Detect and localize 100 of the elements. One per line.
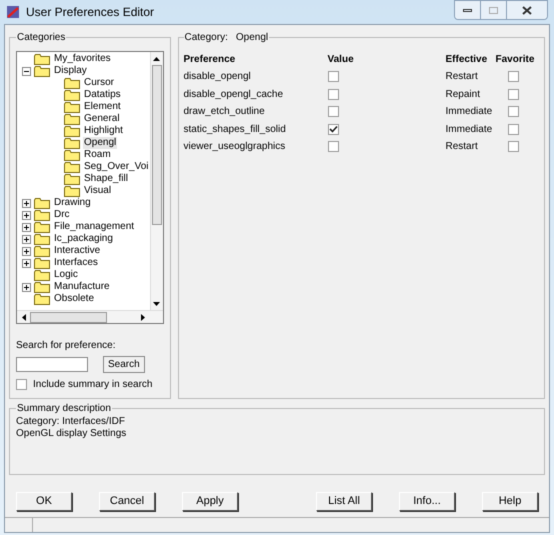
effective-text: Restart [446, 140, 479, 154]
column-header: Preference [184, 53, 236, 67]
tree-item[interactable]: Element [83, 101, 122, 113]
tree-item[interactable]: Seg_Over_Voi [83, 161, 150, 173]
search-label: Search for preference: [16, 339, 116, 353]
group-title: Summary description [16, 402, 112, 416]
tree-item[interactable]: Highlight [83, 125, 124, 137]
folder-icon [64, 114, 80, 124]
category-label: Category: [184, 31, 228, 45]
expand-icon[interactable] [22, 282, 30, 292]
dialog-button[interactable]: Apply [182, 492, 238, 511]
folder-icon [34, 234, 50, 244]
effective-text: Restart [446, 70, 479, 84]
folder-icon [64, 150, 80, 160]
folder-icon [64, 162, 80, 172]
folder-icon [64, 186, 80, 196]
favorite-checkbox[interactable] [508, 124, 518, 135]
tree-item[interactable]: Logic [53, 269, 79, 281]
collapse-icon[interactable] [22, 66, 30, 76]
preference-name: viewer_useoglgraphics [184, 140, 286, 154]
dialog-button[interactable]: Info... [399, 492, 455, 511]
down-arrow-icon [153, 302, 160, 306]
favorite-checkbox[interactable] [508, 71, 518, 82]
folder-icon [34, 66, 50, 76]
tree-item[interactable]: Opengl [83, 137, 118, 149]
column-header: Value [328, 53, 355, 67]
folder-icon [64, 138, 80, 148]
tree-item[interactable]: File_management [53, 221, 136, 233]
up-arrow-icon [153, 56, 160, 60]
value-checkbox[interactable] [328, 124, 338, 135]
close-button[interactable] [507, 1, 547, 19]
expand-icon[interactable] [22, 246, 30, 256]
folder-icon [64, 102, 80, 112]
app-icon [6, 5, 20, 19]
minimize-button[interactable] [455, 1, 481, 19]
value-checkbox[interactable] [328, 106, 338, 118]
search-button[interactable]: Search [103, 356, 145, 373]
include-summary-checkbox[interactable] [16, 379, 27, 390]
effective-text: Repaint [446, 88, 481, 102]
tree-item[interactable]: Visual [83, 185, 112, 197]
folder-icon [34, 294, 50, 304]
preference-name: disable_opengl [184, 70, 252, 84]
close-icon [522, 6, 532, 14]
left-arrow-icon [22, 314, 26, 320]
folder-icon [64, 78, 80, 88]
dialog-button[interactable]: OK [16, 492, 72, 511]
expand-icon[interactable] [22, 222, 30, 232]
folder-icon [64, 174, 80, 184]
value-checkbox[interactable] [328, 88, 338, 100]
expand-icon[interactable] [22, 234, 30, 244]
search-field[interactable] [16, 357, 88, 372]
folder-icon [64, 126, 80, 136]
expand-icon[interactable] [22, 258, 30, 268]
tree-item[interactable]: General [83, 113, 121, 125]
tree-item[interactable]: Interfaces [53, 257, 99, 269]
folder-icon [34, 222, 50, 232]
effective-text: Immediate [446, 122, 494, 136]
folder-icon [34, 246, 50, 256]
summary-text: Category: Interfaces/IDF [16, 416, 126, 428]
preference-name: disable_opengl_cache [184, 88, 284, 102]
horizontal-scrollbar[interactable] [17, 310, 162, 323]
group-title: Categories [16, 31, 66, 45]
tree-item[interactable]: Display [53, 65, 88, 77]
tree-item[interactable]: Datatips [83, 89, 122, 101]
tree-item[interactable]: Roam [83, 149, 112, 161]
tree-item[interactable]: Interactive [53, 245, 102, 257]
column-header: Effective [446, 53, 488, 67]
checkbox-label: Include summary in search [33, 378, 152, 392]
preference-name: draw_etch_outline [184, 105, 266, 119]
value-checkbox[interactable] [328, 141, 338, 152]
tree-item[interactable]: Drc [53, 209, 71, 221]
folder-icon [34, 282, 50, 292]
tree-item[interactable]: Manufacture [53, 281, 111, 293]
tree-item[interactable]: Cursor [83, 77, 116, 89]
right-arrow-icon [141, 314, 145, 320]
favorite-checkbox[interactable] [508, 141, 518, 152]
folder-icon [64, 90, 80, 100]
tree-item[interactable]: Ic_packaging [53, 233, 114, 245]
expand-icon[interactable] [22, 198, 30, 208]
preference-name: static_shapes_fill_solid [184, 122, 287, 136]
vertical-scrollbar[interactable] [150, 52, 162, 310]
summary-text: OpenGL display Settings [16, 428, 128, 440]
dialog-button[interactable]: List All [316, 492, 372, 511]
tree-item[interactable]: Drawing [53, 197, 92, 209]
effective-text: Immediate [446, 105, 494, 119]
dialog-button[interactable]: Help [482, 492, 538, 511]
window-title: User Preferences Editor [26, 4, 154, 21]
favorite-checkbox[interactable] [508, 106, 518, 118]
favorite-checkbox[interactable] [508, 88, 518, 100]
dialog-button[interactable]: Cancel [99, 492, 155, 511]
column-header: Favorite [496, 53, 536, 67]
tree-item[interactable]: Shape_fill [83, 173, 129, 185]
category-value: Opengl [236, 31, 268, 45]
value-checkbox[interactable] [328, 71, 338, 82]
folder-icon [34, 54, 50, 64]
folder-icon [34, 258, 50, 268]
tree-item[interactable]: Obsolete [53, 293, 96, 305]
expand-icon[interactable] [22, 210, 30, 220]
tree-item[interactable]: My_favorites [53, 53, 112, 65]
folder-icon [34, 210, 50, 220]
